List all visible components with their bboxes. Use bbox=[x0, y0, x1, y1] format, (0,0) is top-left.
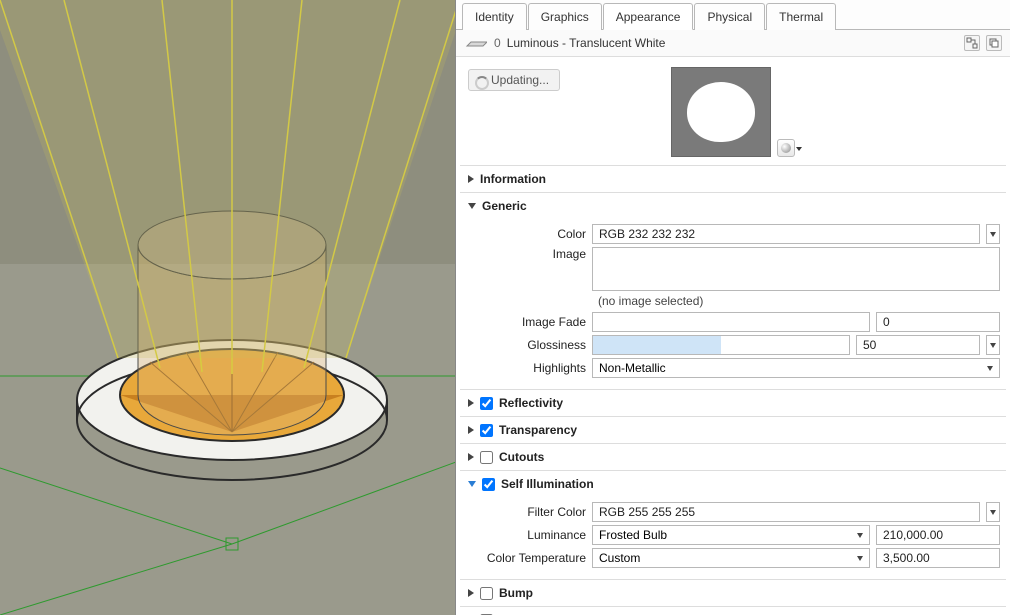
tab-graphics[interactable]: Graphics bbox=[528, 3, 602, 30]
chevron-right-icon bbox=[468, 175, 474, 183]
section-information-title: Information bbox=[480, 172, 546, 186]
section-reflectivity-title: Reflectivity bbox=[499, 396, 563, 410]
glossiness-dropdown[interactable] bbox=[986, 335, 1000, 355]
material-name: Luminous - Translucent White bbox=[507, 36, 958, 50]
preview-scene-dropdown[interactable] bbox=[777, 139, 795, 157]
section-transparency: Transparency bbox=[460, 416, 1006, 443]
image-fade-label: Image Fade bbox=[466, 315, 586, 329]
material-preview-thumbnail[interactable] bbox=[671, 67, 771, 157]
transparency-checkbox[interactable] bbox=[480, 424, 493, 437]
section-generic-title: Generic bbox=[482, 199, 527, 213]
glossiness-label: Glossiness bbox=[466, 338, 586, 352]
section-transparency-title: Transparency bbox=[499, 423, 577, 437]
tab-thermal[interactable]: Thermal bbox=[766, 3, 836, 30]
filter-color-field[interactable]: RGB 255 255 255 bbox=[592, 502, 980, 522]
self-illumination-checkbox[interactable] bbox=[482, 478, 495, 491]
open-asset-browser-button[interactable] bbox=[964, 35, 980, 51]
updating-status: Updating... bbox=[468, 69, 560, 91]
material-icon bbox=[464, 34, 488, 52]
filter-color-label: Filter Color bbox=[466, 505, 586, 519]
section-self-illumination: Self Illumination Filter Color RGB 255 2… bbox=[460, 470, 1006, 579]
tab-appearance[interactable]: Appearance bbox=[603, 3, 694, 30]
chevron-right-icon bbox=[468, 426, 474, 434]
image-label: Image bbox=[466, 247, 586, 261]
bump-checkbox[interactable] bbox=[480, 587, 493, 600]
image-fade-value[interactable] bbox=[876, 312, 1000, 332]
section-self-illumination-title: Self Illumination bbox=[501, 477, 594, 491]
section-bump: Bump bbox=[460, 579, 1006, 606]
luminance-label: Luminance bbox=[466, 528, 586, 542]
properties-panel: Identity Graphics Appearance Physical Th… bbox=[456, 0, 1010, 615]
color-temperature-value[interactable] bbox=[876, 548, 1000, 568]
section-bump-header[interactable]: Bump bbox=[460, 580, 1006, 606]
section-tint-header[interactable]: Tint bbox=[460, 607, 1006, 615]
color-label: Color bbox=[466, 227, 586, 241]
filter-color-dropdown[interactable] bbox=[986, 502, 1000, 522]
no-image-note: (no image selected) bbox=[466, 294, 1000, 308]
luminance-preset-dropdown[interactable]: Frosted Bulb bbox=[592, 525, 870, 545]
section-reflectivity-header[interactable]: Reflectivity bbox=[460, 390, 1006, 416]
duplicate-asset-button[interactable] bbox=[986, 35, 1002, 51]
viewport-scene bbox=[0, 0, 456, 615]
color-temperature-label: Color Temperature bbox=[466, 551, 586, 565]
chevron-right-icon bbox=[468, 453, 474, 461]
section-reflectivity: Reflectivity bbox=[460, 389, 1006, 416]
image-field[interactable] bbox=[592, 247, 1000, 291]
section-generic-header[interactable]: Generic bbox=[460, 193, 1006, 219]
viewport-3d[interactable] bbox=[0, 0, 456, 615]
section-cutouts-header[interactable]: Cutouts bbox=[460, 444, 1006, 470]
preview-sphere-icon bbox=[687, 82, 755, 142]
color-temperature-preset-dropdown[interactable]: Custom bbox=[592, 548, 870, 568]
tab-identity[interactable]: Identity bbox=[462, 3, 527, 30]
material-header: 0 Luminous - Translucent White bbox=[456, 30, 1010, 57]
section-self-illumination-header[interactable]: Self Illumination bbox=[460, 471, 1006, 497]
section-bump-title: Bump bbox=[499, 586, 533, 600]
chevron-down-icon bbox=[468, 481, 476, 487]
reflectivity-checkbox[interactable] bbox=[480, 397, 493, 410]
section-information-header[interactable]: Information bbox=[460, 166, 1006, 192]
tab-physical[interactable]: Physical bbox=[694, 3, 765, 30]
color-dropdown[interactable] bbox=[986, 224, 1000, 244]
section-information: Information bbox=[460, 165, 1006, 192]
glossiness-value[interactable] bbox=[856, 335, 980, 355]
highlights-dropdown[interactable]: Non-Metallic bbox=[592, 358, 1000, 378]
section-tint: Tint bbox=[460, 606, 1006, 615]
chevron-down-icon bbox=[468, 203, 476, 209]
highlights-label: Highlights bbox=[466, 361, 586, 375]
cutouts-checkbox[interactable] bbox=[480, 451, 493, 464]
chevron-right-icon bbox=[468, 399, 474, 407]
luminance-value[interactable] bbox=[876, 525, 1000, 545]
tab-strip: Identity Graphics Appearance Physical Th… bbox=[456, 0, 1010, 30]
color-field[interactable]: RGB 232 232 232 bbox=[592, 224, 980, 244]
image-fade-slider[interactable] bbox=[592, 312, 870, 332]
chevron-right-icon bbox=[468, 589, 474, 597]
material-index: 0 bbox=[494, 36, 501, 50]
properties-scroll[interactable]: Updating... Information bbox=[456, 57, 1010, 615]
section-transparency-header[interactable]: Transparency bbox=[460, 417, 1006, 443]
section-generic: Generic Color RGB 232 232 232 Image (no … bbox=[460, 192, 1006, 389]
glossiness-slider[interactable] bbox=[592, 335, 850, 355]
preview-area: Updating... bbox=[460, 61, 1006, 165]
section-cutouts-title: Cutouts bbox=[499, 450, 544, 464]
section-cutouts: Cutouts bbox=[460, 443, 1006, 470]
